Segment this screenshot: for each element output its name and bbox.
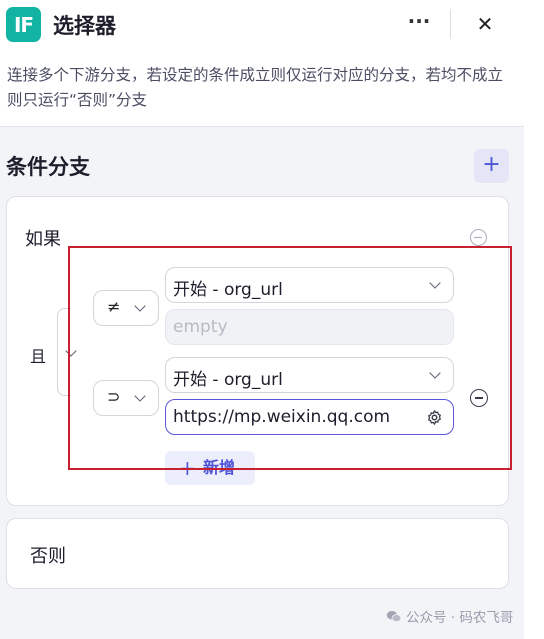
remove-branch-icon[interactable] [470, 229, 487, 246]
canvas-edge [524, 0, 544, 639]
close-button[interactable]: ✕ [470, 10, 500, 38]
chevron-down-icon [134, 300, 146, 312]
panel-header: IF 选择器 ··· ✕ 连接多个下游分支，若设定的条件成立则仅运行对应的分支，… [0, 0, 524, 127]
variable-label: 开始 - org_url [173, 370, 283, 390]
value-placeholder: empty [173, 317, 228, 337]
add-branch-button[interactable]: + [474, 149, 509, 183]
if-label: 如果 [25, 229, 61, 250]
else-branch-card [6, 518, 509, 589]
variable-label: 开始 - org_url [173, 280, 283, 300]
operator-symbol: ⊃ [107, 387, 121, 406]
more-options-button[interactable]: ··· [404, 10, 434, 38]
if-node-icon: IF [6, 7, 41, 42]
selector-panel: IF 选择器 ··· ✕ 连接多个下游分支，若设定的条件成立则仅运行对应的分支，… [0, 0, 524, 639]
panel-title: 选择器 [53, 14, 116, 38]
watermark-text: 公众号 · 码农飞哥 [406, 610, 514, 626]
else-label: 否则 [30, 546, 66, 567]
logic-operator-select[interactable]: 且 [30, 342, 82, 367]
settings-gear-icon[interactable] [426, 409, 443, 426]
condition-operator-select[interactable]: ⊃ [93, 380, 159, 416]
add-condition-button[interactable]: + 新增 [165, 451, 255, 485]
condition-operator-select[interactable]: ≠ [93, 290, 159, 326]
chevron-down-icon [429, 277, 441, 289]
condition-variable-select[interactable]: 开始 - org_url [165, 357, 454, 393]
operator-symbol: ≠ [107, 297, 121, 316]
plus-icon: + [179, 456, 196, 480]
panel-description: 连接多个下游分支，若设定的条件成立则仅运行对应的分支，若均不成立则只运行“否则”… [7, 66, 504, 109]
chevron-down-icon [65, 345, 77, 357]
chevron-down-icon [134, 390, 146, 402]
value-text: https://mp.weixin.qq.com [173, 407, 391, 427]
condition-value-input[interactable]: empty [165, 309, 454, 345]
wechat-icon [386, 610, 402, 622]
watermark: 公众号 · 码农飞哥 [386, 606, 513, 626]
logic-operator-label: 且 [30, 343, 49, 367]
add-condition-label: 新增 [203, 458, 236, 477]
header-divider [450, 9, 451, 39]
chevron-down-icon [429, 367, 441, 379]
condition-value-input[interactable]: https://mp.weixin.qq.com [165, 399, 454, 435]
remove-condition-icon[interactable] [470, 389, 488, 407]
condition-variable-select[interactable]: 开始 - org_url [165, 267, 454, 303]
condition-branches-title: 条件分支 [6, 155, 90, 179]
